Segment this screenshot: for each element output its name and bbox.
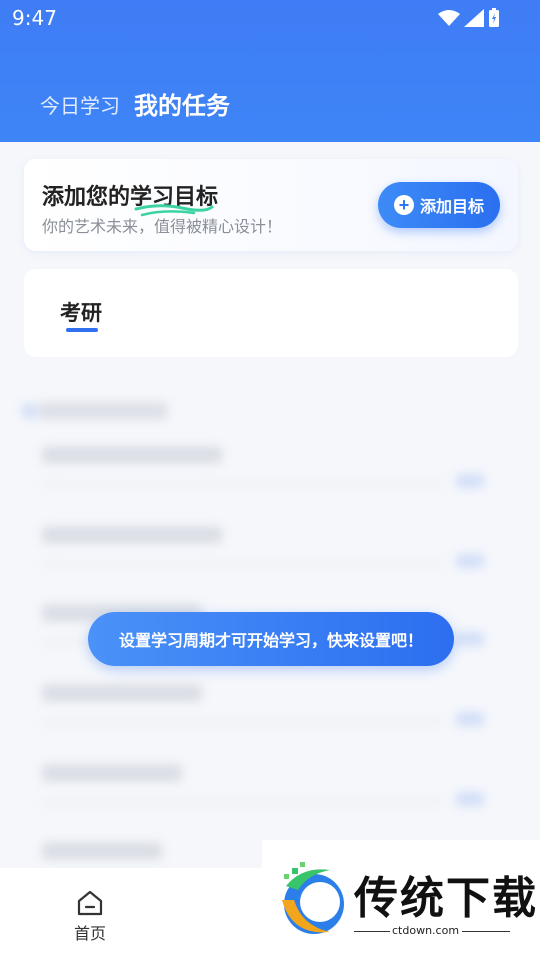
header: 9:47 今日学习 我的任务 bbox=[0, 0, 540, 142]
status-bar: 9:47 bbox=[0, 0, 540, 36]
blurred-section-header bbox=[38, 402, 168, 420]
watermark-divider-left bbox=[354, 931, 390, 932]
goal-card: 添加您的学习目标 你的艺术未来，值得被精心设计！ + 添加目标 bbox=[24, 159, 518, 251]
header-tabs: 今日学习 我的任务 bbox=[40, 86, 230, 121]
wifi-icon bbox=[438, 10, 460, 26]
tab-kaoyan[interactable]: 考研 bbox=[60, 297, 102, 327]
list-item bbox=[42, 446, 502, 524]
list-item bbox=[42, 526, 502, 604]
toast-message: 设置学习周期才可开始学习，快来设置吧！ bbox=[88, 612, 454, 666]
status-icons bbox=[438, 8, 500, 28]
nav-home[interactable]: 首页 bbox=[60, 890, 120, 944]
subject-card: 考研 bbox=[24, 269, 518, 357]
signal-icon bbox=[464, 9, 484, 27]
tab-my-tasks[interactable]: 我的任务 bbox=[134, 86, 230, 121]
watermark-logo-icon bbox=[282, 862, 344, 934]
watermark-domain: ctdown.com bbox=[392, 924, 460, 937]
tab-today-study[interactable]: 今日学习 bbox=[40, 90, 120, 121]
watermark-title: 传统下载 bbox=[354, 873, 538, 924]
add-goal-label: 添加目标 bbox=[419, 199, 484, 216]
list-item bbox=[42, 684, 502, 762]
goal-subtitle: 你的艺术未来，值得被精心设计！ bbox=[42, 217, 283, 236]
tab-indicator bbox=[66, 328, 98, 332]
blurred-dot bbox=[22, 404, 36, 418]
home-icon bbox=[77, 890, 103, 916]
watermark-divider-right bbox=[462, 931, 510, 932]
nav-home-label: 首页 bbox=[73, 924, 106, 943]
battery-icon bbox=[489, 8, 499, 27]
plus-icon: + bbox=[393, 195, 414, 215]
watermark: 传统下载 ctdown.com bbox=[262, 840, 540, 960]
status-time: 9:47 bbox=[12, 6, 57, 30]
add-goal-button[interactable]: + 添加目标 bbox=[378, 182, 500, 228]
list-item bbox=[42, 764, 502, 842]
